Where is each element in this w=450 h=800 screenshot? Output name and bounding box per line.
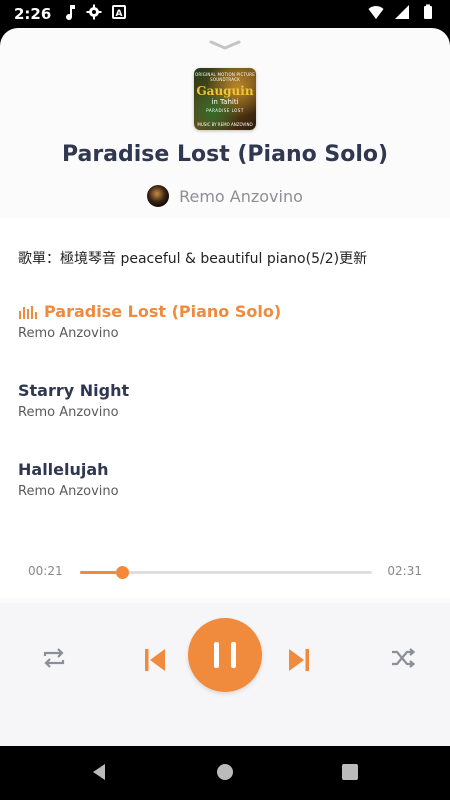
cover-line: PARADISE LOST: [206, 108, 244, 113]
artist-name: Remo Anzovino: [179, 186, 303, 206]
track-title: Starry Night: [18, 381, 130, 400]
status-time: 2:26: [14, 5, 52, 23]
progress-section: 00:21 02:31: [0, 556, 450, 586]
artist-avatar: [147, 185, 170, 207]
pause-icon: [214, 642, 236, 668]
wifi-icon: [368, 6, 384, 19]
track-title: Paradise Lost (Piano Solo): [18, 302, 438, 321]
album-cover: ORIGINAL MOTION PICTURE SOUNDTRACK Gaugu…: [194, 68, 256, 130]
gear-icon: [86, 4, 102, 20]
track-item-2[interactable]: Starry Night Remo Anzovino: [18, 381, 438, 420]
seek-bar[interactable]: [80, 566, 372, 579]
next-icon[interactable]: [287, 647, 311, 673]
track-item-3[interactable]: Hallelujah Remo Anzovino: [18, 460, 438, 499]
back-icon[interactable]: [90, 763, 108, 781]
total-time: 02:31: [387, 564, 422, 578]
recents-icon[interactable]: [342, 763, 358, 781]
status-bar: 2:26 A: [0, 0, 450, 28]
track-artist: Remo Anzovino: [18, 405, 119, 420]
a-box-icon: A: [112, 5, 126, 19]
collapse-chevron-icon[interactable]: [207, 38, 243, 52]
cover-subtitle: in Tahiti: [211, 98, 239, 106]
artist-row[interactable]: Remo Anzovino: [0, 185, 450, 207]
cover-top-text: ORIGINAL MOTION PICTURE SOUNDTRACK: [195, 72, 255, 82]
player-sheet: ORIGINAL MOTION PICTURE SOUNDTRACK Gaugu…: [0, 28, 450, 746]
cover-title: Gauguin: [196, 84, 254, 98]
music-note-icon: [66, 5, 75, 20]
battery-icon: [424, 4, 432, 19]
track-artist: Remo Anzovino: [18, 484, 119, 499]
now-playing-equalizer-icon: [19, 305, 37, 319]
repeat-icon[interactable]: [40, 646, 68, 670]
navigation-bar: [0, 746, 450, 800]
cover-bottom-text: MUSIC BY REMO ANZOVINO: [197, 122, 253, 127]
track-item-1[interactable]: Paradise Lost (Piano Solo) Remo Anzovino: [18, 302, 438, 341]
current-time: 00:21: [28, 564, 63, 578]
track-artist: Remo Anzovino: [18, 326, 119, 341]
home-icon[interactable]: [216, 763, 234, 781]
previous-icon[interactable]: [143, 647, 167, 673]
playlist-title: 歌單：極境琴音 peaceful & beautiful piano(5/2)更…: [18, 251, 368, 267]
track-title-text: Paradise Lost (Piano Solo): [44, 302, 282, 321]
playback-controls: [0, 603, 450, 746]
shuffle-icon[interactable]: [390, 646, 416, 670]
pause-button[interactable]: [188, 618, 262, 692]
signal-icon: [395, 5, 409, 19]
track-title: Hallelujah: [18, 460, 109, 479]
song-title: Paradise Lost (Piano Solo): [61, 142, 389, 167]
seek-bar-thumb[interactable]: [116, 566, 130, 579]
